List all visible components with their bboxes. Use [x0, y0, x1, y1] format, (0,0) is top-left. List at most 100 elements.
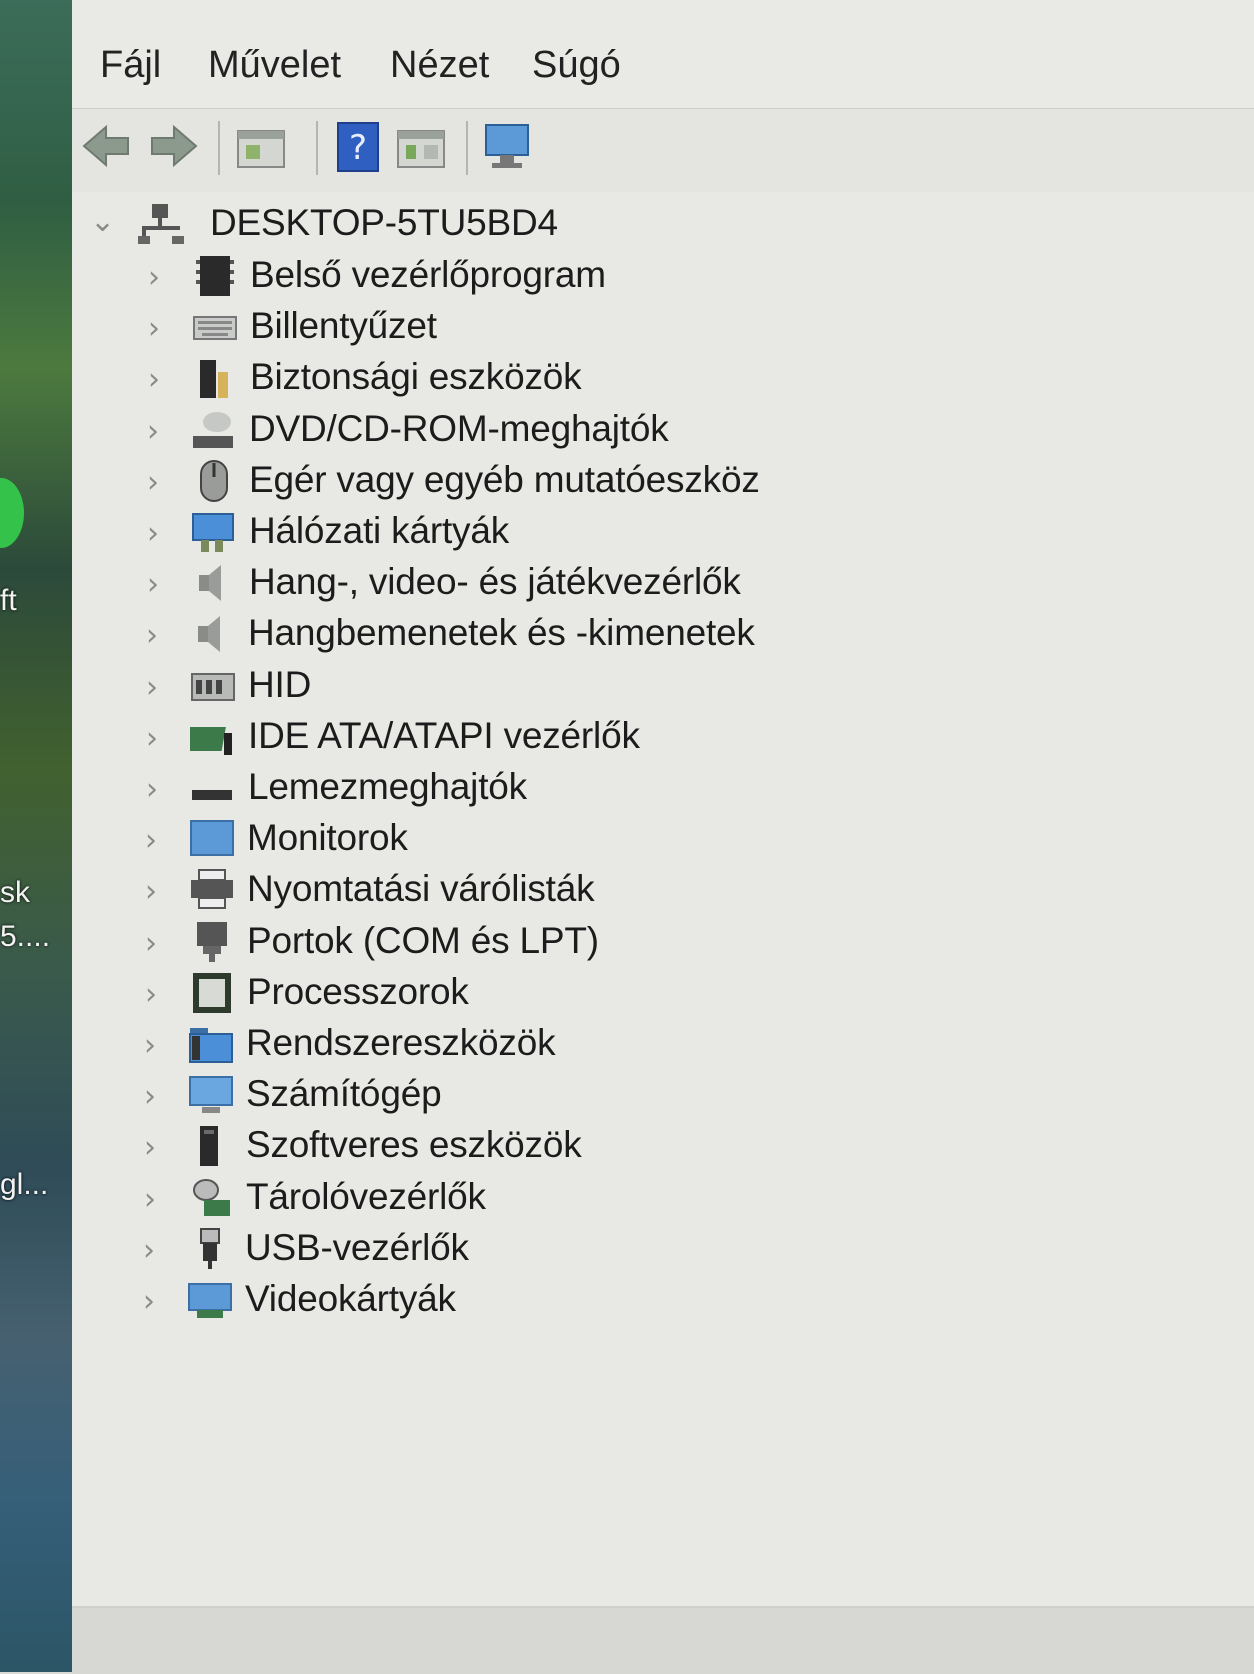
storage-controller-icon — [188, 1176, 234, 1220]
security-key-icon — [192, 356, 238, 400]
menu-action[interactable]: Művelet — [208, 44, 341, 87]
tree-item[interactable]: › Monitorok — [72, 813, 972, 867]
desktop-label[interactable]: gl... — [0, 1168, 48, 1202]
tree-item[interactable]: › Processzorok — [72, 967, 972, 1021]
properties-icon[interactable] — [234, 117, 290, 175]
chevron-right-icon[interactable]: › — [146, 670, 174, 705]
ide-controller-icon — [185, 715, 236, 759]
tree-item[interactable]: › Szoftveres eszközök — [72, 1120, 972, 1174]
chevron-right-icon[interactable]: › — [146, 618, 174, 653]
tree-item[interactable]: › Számítógép — [72, 1069, 972, 1123]
chevron-right-icon[interactable]: › — [144, 1182, 172, 1217]
menu-help[interactable]: Súgó — [532, 44, 621, 87]
back-arrow-icon[interactable] — [78, 117, 134, 175]
chevron-right-icon[interactable]: › — [147, 414, 175, 449]
port-icon — [189, 920, 235, 964]
tree-item-label: Portok (COM és LPT) — [247, 920, 599, 961]
chevron-right-icon[interactable]: › — [145, 874, 173, 909]
menu-file[interactable]: Fájl — [100, 44, 161, 87]
tree-item-label: HID — [248, 664, 312, 705]
keyboard-icon — [192, 305, 238, 349]
tree-item-label: USB-vezérlők — [245, 1227, 469, 1268]
tree-item-label: Monitorok — [247, 817, 408, 858]
system-folder-icon — [188, 1022, 234, 1066]
forward-arrow-icon[interactable] — [146, 117, 202, 175]
tree-root[interactable]: ⌄ DESKTOP-5TU5BD4 — [72, 198, 972, 252]
tree-item-label: Processzorok — [247, 971, 469, 1012]
tree-item[interactable]: › Videokártyák — [72, 1274, 972, 1328]
tree-item[interactable]: › Rendszereszközök — [72, 1018, 972, 1072]
chevron-down-icon[interactable]: ⌄ — [90, 204, 118, 239]
chevron-right-icon[interactable]: › — [145, 823, 173, 858]
tree-item[interactable]: › Biztonsági eszközök — [72, 352, 972, 406]
update-driver-icon[interactable] — [394, 117, 450, 175]
chevron-right-icon[interactable]: › — [146, 772, 174, 807]
tree-item[interactable]: › HID — [72, 660, 972, 714]
audio-io-icon — [190, 612, 236, 656]
tree-item-label: Belső vezérlőprogram — [250, 254, 606, 295]
hid-icon — [190, 664, 236, 708]
chevron-right-icon[interactable]: › — [147, 567, 175, 602]
tree-item-label: Hálózati kártyák — [249, 510, 510, 551]
scan-hardware-icon[interactable] — [480, 117, 536, 175]
tree-item-label: Tárolóvezérlők — [246, 1176, 486, 1217]
firmware-chip-icon — [192, 254, 238, 298]
computer-icon — [188, 1073, 234, 1117]
desktop-icon-green[interactable] — [0, 478, 24, 548]
chevron-right-icon[interactable]: › — [143, 1233, 171, 1268]
monitor-icon — [189, 817, 235, 861]
tree-item-label: Hang-, video- és játékvezérlők — [249, 561, 741, 602]
toolbar-separator — [316, 121, 318, 175]
chevron-right-icon[interactable]: › — [144, 1028, 172, 1063]
tree-item[interactable]: › Hang-, video- és játékvezérlők — [72, 557, 972, 611]
tree-item[interactable]: › Billentyűzet — [72, 301, 972, 355]
usb-plug-icon — [187, 1227, 233, 1271]
toolbar-separator — [466, 121, 468, 175]
toolbar: ? — [72, 108, 1254, 194]
tree-item[interactable]: › Portok (COM és LPT) — [72, 916, 972, 970]
chevron-right-icon[interactable]: › — [148, 260, 176, 295]
chevron-right-icon[interactable]: › — [145, 926, 173, 961]
tree-item-label: Nyomtatási várólisták — [247, 868, 595, 909]
tree-item-label: Videokártyák — [245, 1278, 456, 1319]
tree-item[interactable]: › Belső vezérlőprogram — [72, 250, 972, 304]
chevron-right-icon[interactable]: › — [144, 1130, 172, 1165]
desktop-label[interactable]: 5.... — [0, 920, 50, 954]
toolbar-separator — [218, 121, 220, 175]
tree-item-label: Lemezmeghajtók — [248, 766, 527, 807]
svg-text:?: ? — [349, 128, 367, 168]
tree-item[interactable]: › Egér vagy egyéb mutatóeszköz — [72, 455, 972, 509]
tree-item-label: Biztonsági eszközök — [250, 356, 582, 397]
tree-item[interactable]: › Tárolóvezérlők — [72, 1172, 972, 1226]
tree-item[interactable]: › Hangbemenetek és -kimenetek — [72, 608, 972, 662]
chevron-right-icon[interactable]: › — [144, 1079, 172, 1114]
chevron-right-icon[interactable]: › — [147, 516, 175, 551]
mouse-icon — [191, 459, 237, 503]
speaker-icon — [191, 561, 237, 605]
tree-item[interactable]: › USB-vezérlők — [72, 1223, 972, 1277]
menu-view[interactable]: Nézet — [390, 44, 489, 87]
tree-item[interactable]: › Nyomtatási várólisták — [72, 864, 972, 918]
tree-item[interactable]: › Lemezmeghajtók — [72, 762, 972, 816]
tree-item-label: Számítógép — [246, 1073, 442, 1114]
status-bar — [72, 1606, 1254, 1674]
chevron-right-icon[interactable]: › — [148, 362, 176, 397]
menu-bar: Fájl Művelet Nézet Súgó — [72, 0, 1254, 108]
tree-item-label: IDE ATA/ATAPI vezérlők — [248, 715, 640, 756]
chevron-right-icon[interactable]: › — [148, 311, 176, 346]
tree-item[interactable]: › DVD/CD-ROM-meghajtók — [72, 404, 972, 458]
help-icon[interactable]: ? — [332, 117, 388, 175]
desktop-label[interactable]: sk — [0, 876, 30, 910]
processor-icon — [189, 971, 235, 1015]
chevron-right-icon[interactable]: › — [145, 977, 173, 1012]
chevron-right-icon[interactable]: › — [146, 721, 174, 756]
dvd-drive-icon — [191, 408, 237, 452]
chevron-right-icon[interactable]: › — [143, 1284, 171, 1319]
tree-item-label: Rendszereszközök — [246, 1022, 556, 1063]
computer-network-icon — [138, 202, 184, 246]
tree-item[interactable]: › Hálózati kártyák — [72, 506, 972, 560]
tree-item[interactable]: › IDE ATA/ATAPI vezérlők — [72, 711, 972, 765]
chevron-right-icon[interactable]: › — [147, 465, 175, 500]
desktop-label[interactable]: ft — [0, 584, 17, 618]
disk-drive-icon — [190, 766, 236, 810]
